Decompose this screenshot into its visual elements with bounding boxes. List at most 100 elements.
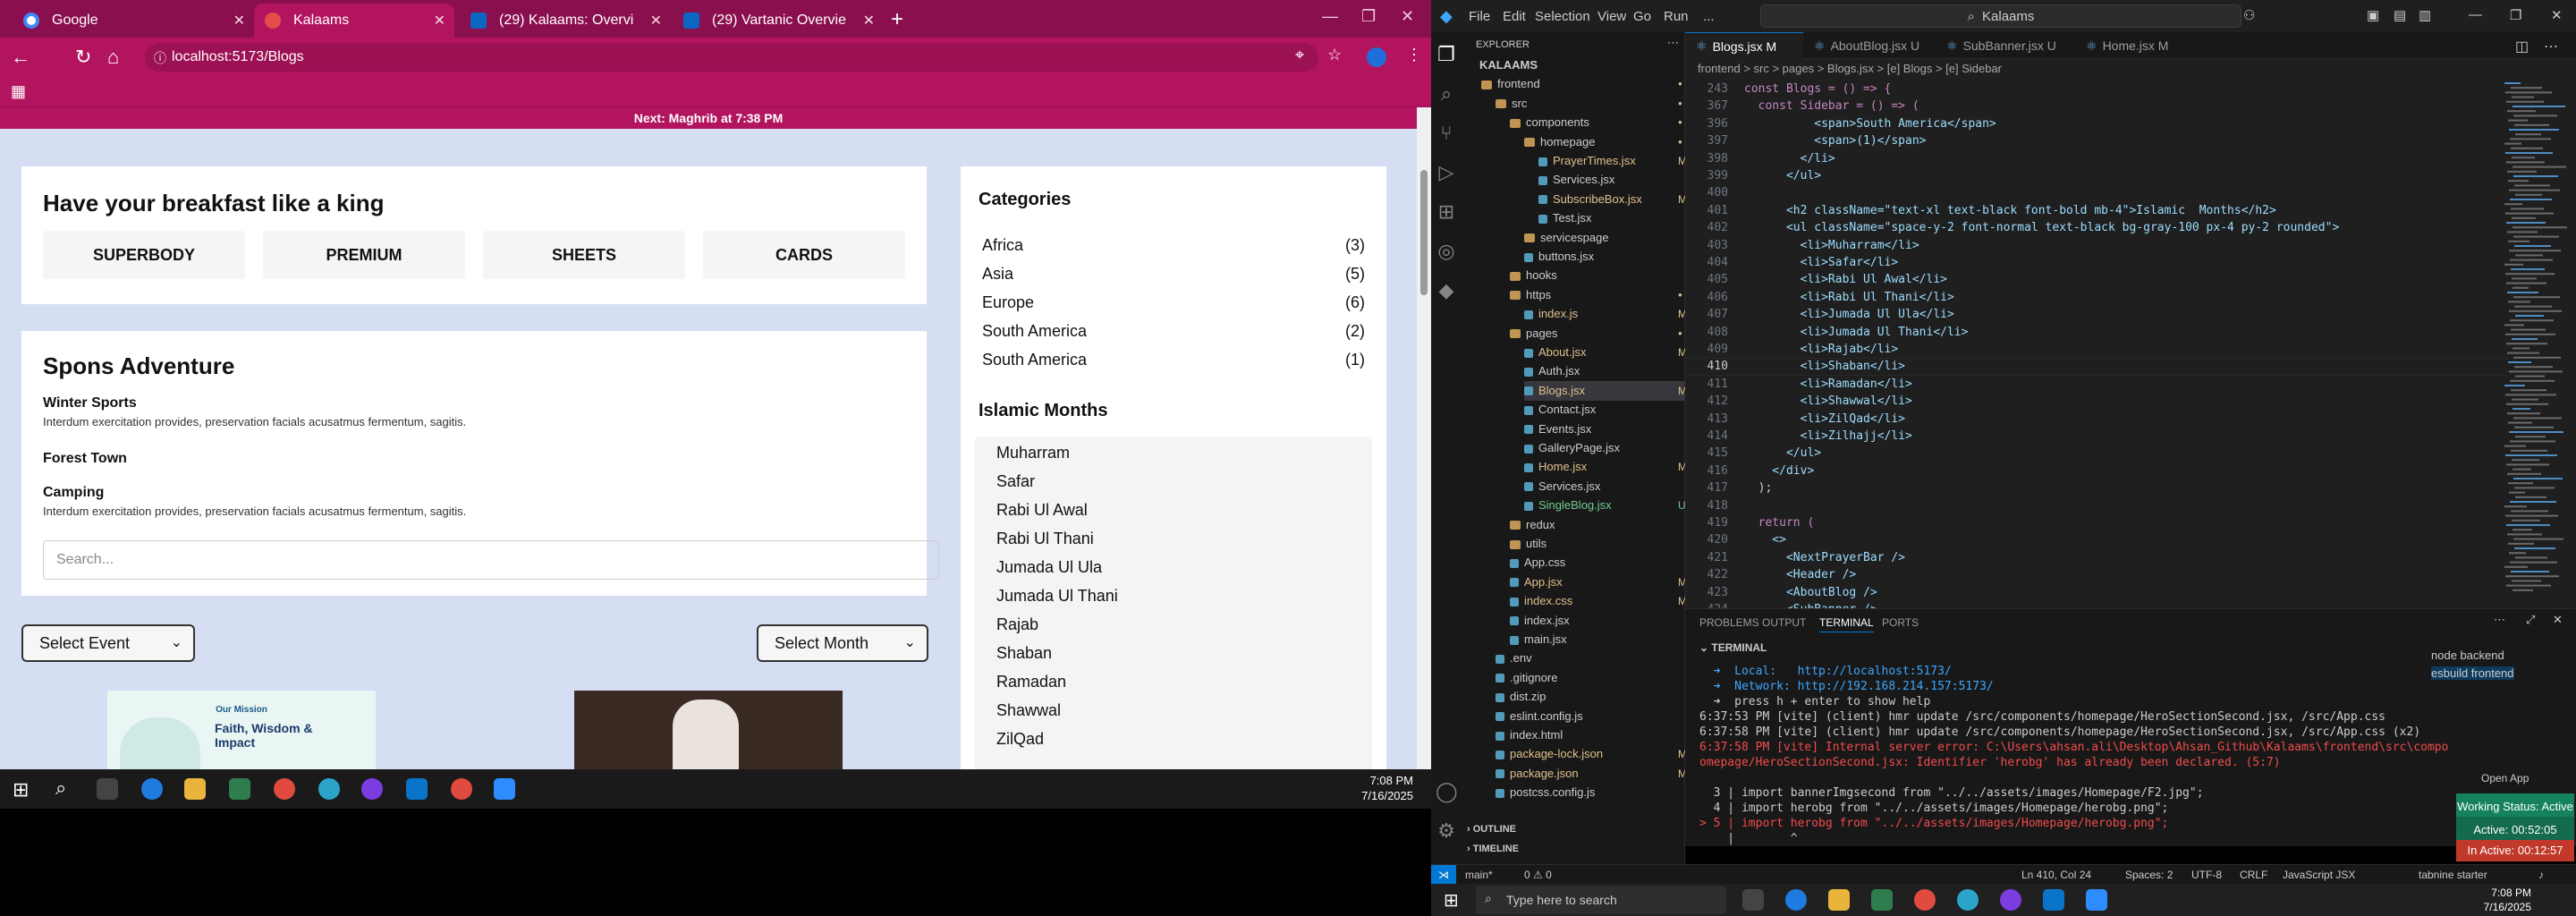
month-item[interactable]: ZilQad — [982, 725, 1365, 753]
tree-file[interactable]: GalleryPage.jsx — [1524, 438, 1685, 458]
edge-icon[interactable] — [1785, 889, 1807, 911]
vscode-icon[interactable] — [2043, 889, 2064, 911]
tree-file[interactable]: index.html — [1496, 725, 1685, 745]
file-explorer-icon[interactable] — [184, 778, 206, 800]
remote-explorer-icon[interactable]: ◎ — [1436, 240, 1457, 262]
chrome-icon[interactable] — [274, 778, 295, 800]
tree-file[interactable]: Services.jsx — [1524, 477, 1685, 496]
zoom-icon[interactable] — [2086, 889, 2107, 911]
terminal-session[interactable]: esbuild frontend — [2431, 666, 2514, 680]
category-row[interactable]: Africa (3) — [982, 236, 1365, 261]
editor-tab-blogs[interactable]: ⚛ Blogs.jsx M — [1685, 32, 1803, 59]
menu-run[interactable]: Run — [1664, 9, 1689, 24]
taskbar-clock[interactable]: 7:08 PM 7/16/2025 — [1361, 773, 1413, 803]
remote-indicator-icon[interactable]: ⋊ — [1431, 865, 1456, 885]
home-icon[interactable]: ⌂ — [107, 46, 119, 69]
address-bar[interactable]: ⓘ localhost:5173/Blogs — [145, 43, 1318, 72]
zoom-icon[interactable] — [494, 778, 515, 800]
app-icon[interactable] — [2000, 889, 2021, 911]
month-item[interactable]: Shawwal — [982, 696, 1365, 725]
tree-file[interactable]: dist.zip — [1496, 687, 1685, 707]
panel-tab-ports[interactable]: PORTS — [1882, 616, 1919, 629]
copilot-icon[interactable]: ⚇ — [2243, 7, 2255, 23]
menu-edit[interactable]: Edit — [1503, 9, 1526, 24]
code-editor[interactable]: 243 const Blogs = () => {367 const Sideba… — [1685, 79, 2576, 608]
close-tab-icon[interactable]: ✕ — [434, 12, 445, 30]
windows-start-icon[interactable]: ⊞ — [1444, 889, 1459, 912]
app-icon[interactable] — [361, 778, 383, 800]
run-debug-icon[interactable]: ▷ — [1436, 161, 1457, 183]
tree-file[interactable]: Events.jsx — [1524, 420, 1685, 439]
line-ending[interactable]: CRLF — [2240, 865, 2267, 885]
search-icon[interactable]: ⌕ — [55, 776, 66, 800]
tree-file[interactable]: SubscribeBox.jsx M — [1538, 190, 1687, 209]
tree-file[interactable]: postcss.config.js — [1496, 783, 1685, 802]
menu-selection[interactable]: Selection — [1535, 9, 1590, 24]
tree-file[interactable]: Test.jsx — [1538, 208, 1685, 228]
close-tab-icon[interactable]: ✕ — [863, 12, 875, 30]
sheets-button[interactable]: SHEETS — [483, 231, 685, 279]
store-icon[interactable] — [229, 778, 250, 800]
manage-gear-icon[interactable]: ⚙ — [1436, 819, 1457, 842]
tree-file[interactable]: index.css M — [1510, 591, 1687, 611]
close-panel-icon[interactable]: ✕ — [2553, 613, 2563, 627]
indentation[interactable]: Spaces: 2 — [2125, 865, 2173, 885]
maximize-panel-icon[interactable]: ⤢ — [2526, 613, 2535, 627]
more-actions-icon[interactable]: ⋯ — [2494, 613, 2505, 627]
site-info-icon[interactable]: ⓘ — [154, 49, 166, 67]
problems-count[interactable]: 0 ⚠ 0 — [1524, 865, 1552, 885]
task-view-icon[interactable] — [1742, 889, 1764, 911]
location-icon[interactable]: ⌖ — [1295, 46, 1304, 64]
search-input[interactable]: Search... — [43, 540, 939, 580]
tree-folder[interactable]: frontend ● — [1481, 74, 1685, 94]
category-row[interactable]: Europe (6) — [982, 293, 1365, 318]
edge-icon[interactable] — [141, 778, 163, 800]
tree-folder[interactable]: src ● — [1496, 94, 1685, 114]
encoding[interactable]: UTF-8 — [2191, 865, 2222, 885]
close-tab-icon[interactable]: ✕ — [650, 12, 662, 30]
tree-folder[interactable]: pages ● — [1510, 324, 1685, 344]
timeline-section[interactable]: › TIMELINE — [1467, 839, 1519, 859]
tree-folder[interactable]: utils — [1510, 534, 1685, 554]
chrome-icon[interactable] — [451, 778, 472, 800]
menu-more[interactable]: ... — [1703, 9, 1715, 24]
tree-folder[interactable]: https ● — [1510, 285, 1685, 305]
tree-file[interactable]: main.jsx — [1510, 630, 1685, 649]
tree-file[interactable]: SingleBlog.jsx U — [1524, 496, 1686, 515]
editor-tab-home[interactable]: ⚛ Home.jsx M — [2075, 32, 2191, 59]
blog-photo[interactable] — [574, 691, 843, 769]
maximize-icon[interactable]: ❐ — [1361, 7, 1376, 26]
tree-file[interactable]: index.js M — [1524, 304, 1687, 324]
breadcrumb[interactable]: frontend > src > pages > Blogs.jsx > [e]… — [1685, 59, 2576, 79]
month-item[interactable]: Rajab — [982, 610, 1365, 639]
reload-icon[interactable]: ↻ — [75, 46, 91, 69]
page-scrollbar[interactable] — [1417, 107, 1431, 769]
scrollbar-thumb[interactable] — [1420, 170, 1428, 295]
command-center[interactable]: ⌕ Kalaams — [1760, 4, 2241, 28]
split-editor-icon[interactable]: ◫ — [2515, 38, 2529, 55]
new-tab-button[interactable]: + — [891, 7, 903, 32]
month-item[interactable]: Muharram — [982, 438, 1365, 467]
panel-tab-terminal[interactable]: TERMINAL — [1819, 616, 1874, 632]
terminal-session[interactable]: node backend — [2431, 649, 2504, 662]
search-icon[interactable]: ⌕ — [1436, 82, 1457, 105]
close-tab-icon[interactable]: ✕ — [233, 12, 245, 30]
minimize-icon[interactable]: — — [2469, 7, 2482, 22]
tree-file[interactable]: .env — [1496, 649, 1685, 668]
tree-folder[interactable]: components ● — [1510, 113, 1685, 132]
month-item[interactable]: Safar — [982, 467, 1365, 496]
bookmark-star-icon[interactable]: ☆ — [1327, 46, 1342, 64]
minimize-icon[interactable]: — — [1322, 7, 1338, 26]
tree-file[interactable]: Auth.jsx — [1524, 361, 1685, 381]
editor-tab-subbanner[interactable]: ⚛ SubBanner.jsx U — [1936, 32, 2075, 59]
select-month-dropdown[interactable]: Select Month ⌄ — [757, 624, 928, 662]
more-actions-icon[interactable]: ⋯ — [2544, 38, 2558, 55]
month-item[interactable]: Ramadan — [982, 667, 1365, 696]
month-item[interactable]: Jumada Ul Ula — [982, 553, 1365, 581]
tree-folder[interactable]: homepage ● — [1524, 132, 1685, 152]
tabnine-icon[interactable]: ◆ — [1436, 279, 1457, 301]
tree-folder[interactable]: hooks — [1510, 266, 1685, 285]
tree-file[interactable]: .gitignore — [1496, 668, 1685, 688]
month-item[interactable]: Jumada Ul Thani — [982, 581, 1365, 610]
tree-file[interactable]: buttons.jsx — [1524, 247, 1685, 267]
